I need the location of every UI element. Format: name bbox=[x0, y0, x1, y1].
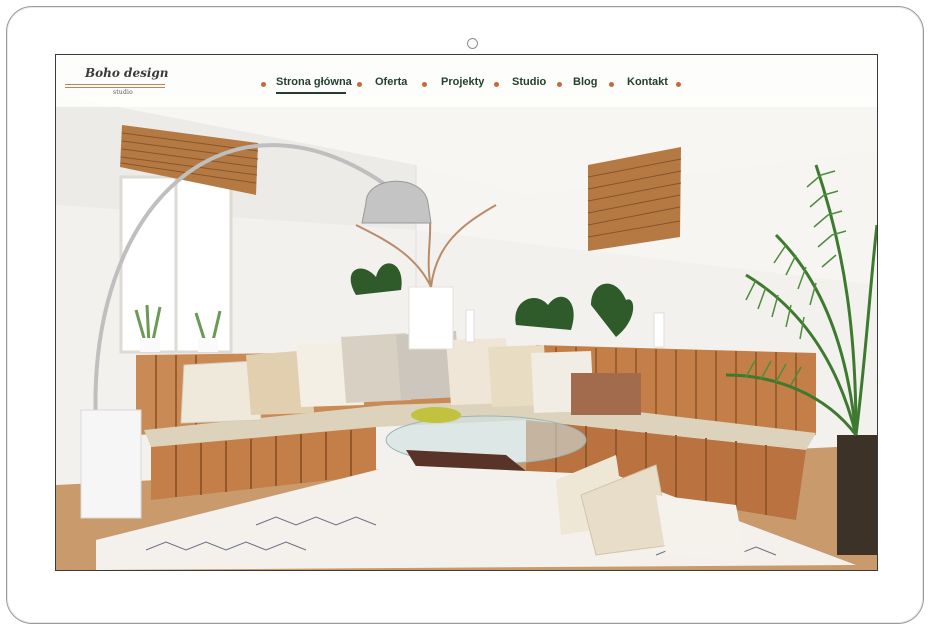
nav-separator-dot bbox=[494, 82, 499, 87]
site-header: Boho design studio Strona główna Oferta … bbox=[56, 55, 877, 107]
bamboo-blind-right bbox=[587, 147, 682, 251]
nav-separator-dot bbox=[261, 82, 266, 87]
nav-separator-dot bbox=[609, 82, 614, 87]
hero-image bbox=[56, 55, 877, 570]
nav-separator-dot bbox=[422, 82, 427, 87]
nav-separator-dot bbox=[557, 82, 562, 87]
nav-item-kontakt[interactable]: Kontakt bbox=[627, 76, 668, 88]
nav-item-blog[interactable]: Blog bbox=[573, 76, 597, 88]
nav-item-strona-glowna[interactable]: Strona główna bbox=[276, 76, 352, 88]
logo-divider bbox=[65, 84, 165, 85]
nav-separator-dot bbox=[357, 82, 362, 87]
nav-item-projekty[interactable]: Projekty bbox=[441, 76, 484, 88]
nav-item-oferta[interactable]: Oferta bbox=[375, 76, 407, 88]
active-nav-underline bbox=[276, 92, 346, 94]
nav-item-studio[interactable]: Studio bbox=[512, 76, 546, 88]
logo-subtitle: studio bbox=[113, 89, 133, 96]
logo-title: Boho design bbox=[85, 66, 169, 80]
camera-icon bbox=[467, 38, 478, 49]
logo[interactable]: Boho design studio bbox=[65, 65, 169, 99]
website-screen: Boho design studio Strona główna Oferta … bbox=[55, 54, 878, 571]
nav-separator-dot bbox=[676, 82, 681, 87]
logo-divider bbox=[65, 87, 165, 88]
